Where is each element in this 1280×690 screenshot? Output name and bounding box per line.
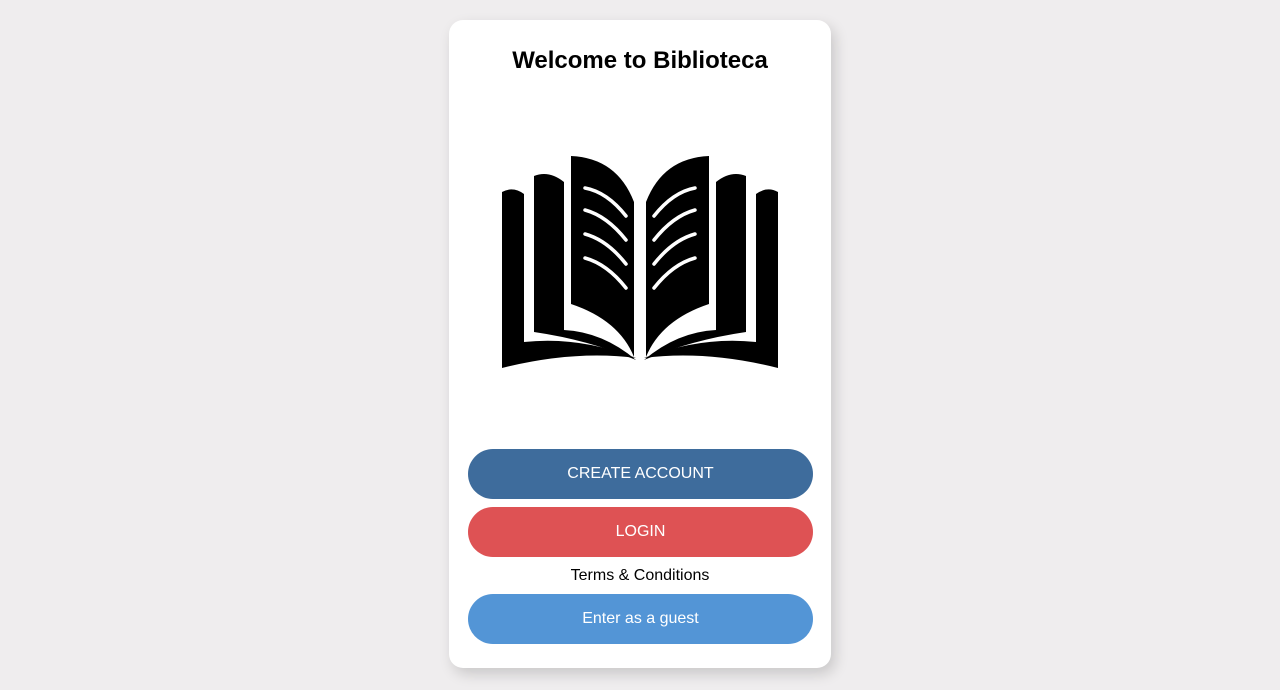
page-title: Welcome to Biblioteca xyxy=(512,47,768,74)
login-button[interactable]: LOGIN xyxy=(468,507,813,557)
welcome-card: Welcome to Biblioteca CREATE ACCOUNT LOG… xyxy=(449,20,831,668)
terms-and-conditions-link[interactable]: Terms & Conditions xyxy=(449,567,831,585)
create-account-button[interactable]: CREATE ACCOUNT xyxy=(468,449,813,499)
enter-as-guest-button[interactable]: Enter as a guest xyxy=(468,594,813,644)
open-book-icon xyxy=(499,152,781,370)
